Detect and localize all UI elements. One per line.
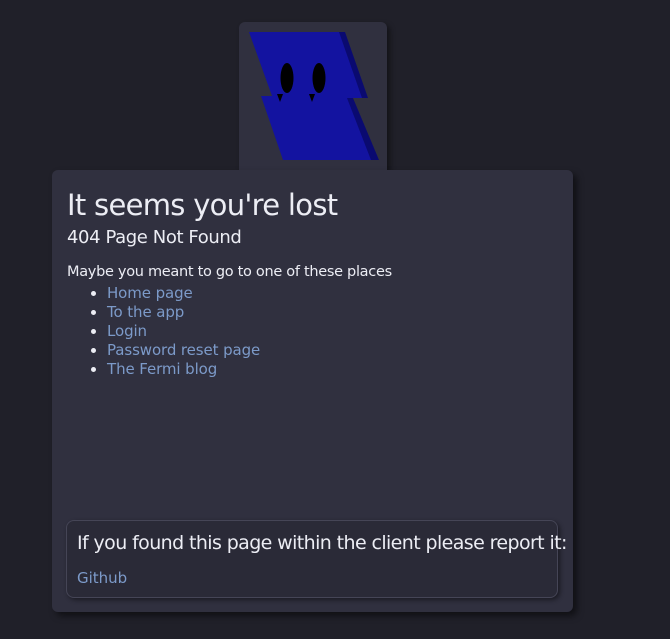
report-title: If you found this page within the client… — [77, 532, 567, 554]
fermi-blog-link[interactable]: The Fermi blog — [107, 360, 217, 378]
github-link[interactable]: Github — [77, 569, 127, 587]
report-box: If you found this page within the client… — [66, 520, 567, 598]
right-eye-icon — [312, 63, 326, 93]
login-link[interactable]: Login — [107, 322, 147, 340]
not-found-card: It seems you're lost 404 Page Not Found … — [52, 170, 573, 612]
password-reset-link[interactable]: Password reset page — [107, 341, 260, 359]
home-page-link[interactable]: Home page — [107, 284, 193, 302]
list-item: Login — [107, 322, 260, 341]
ghost-logo-icon — [249, 32, 379, 160]
suggestions-list: Home page To the app Login Password rese… — [67, 284, 260, 379]
page-title: It seems you're lost — [67, 188, 338, 222]
suggestions-intro: Maybe you meant to go to one of these pl… — [67, 264, 392, 280]
page-subtitle: 404 Page Not Found — [67, 227, 242, 248]
app-link[interactable]: To the app — [107, 303, 184, 321]
list-item: To the app — [107, 303, 260, 322]
logo-card — [239, 22, 387, 182]
list-item: Password reset page — [107, 341, 260, 360]
left-eye-icon — [280, 63, 294, 93]
list-item: Home page — [107, 284, 260, 303]
list-item: The Fermi blog — [107, 360, 260, 379]
